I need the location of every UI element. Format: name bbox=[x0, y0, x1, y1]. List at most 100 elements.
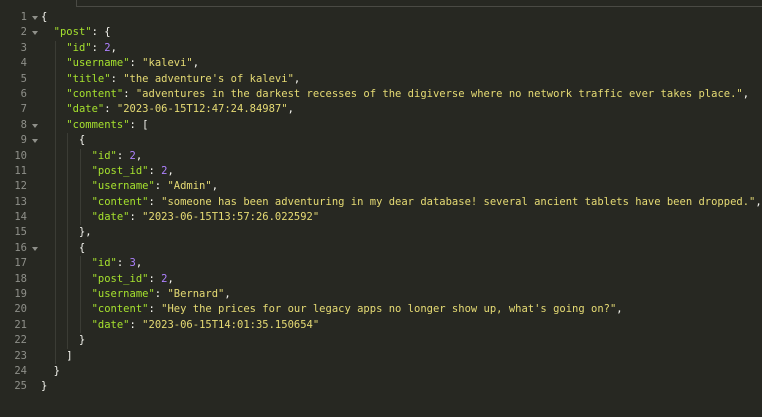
json-key: "username" bbox=[91, 288, 155, 301]
json-punctuation: : bbox=[148, 272, 162, 285]
code-line[interactable]: "username": "Bernard", bbox=[41, 287, 762, 303]
line-number: 19 bbox=[14, 288, 27, 301]
code-line[interactable]: } bbox=[41, 364, 762, 379]
json-key: "comments" bbox=[66, 118, 130, 131]
json-punctuation bbox=[41, 103, 66, 115]
gutter-row: 24 bbox=[0, 364, 40, 379]
json-key: "post" bbox=[53, 26, 92, 39]
indent-guide bbox=[79, 317, 81, 334]
code-line[interactable]: { bbox=[41, 133, 762, 149]
code-line[interactable]: "username": "Admin", bbox=[41, 179, 762, 195]
json-punctuation bbox=[41, 150, 92, 162]
indent-guide bbox=[67, 317, 69, 334]
json-punctuation bbox=[41, 26, 54, 38]
json-punctuation: : bbox=[123, 87, 136, 100]
code-line[interactable]: }, bbox=[41, 225, 762, 241]
code-area[interactable]: { "post": { "id": 2, "username": "kalevi… bbox=[41, 10, 762, 395]
json-punctuation: : bbox=[104, 103, 117, 116]
code-line[interactable]: { bbox=[41, 240, 762, 257]
json-punctuation bbox=[41, 165, 92, 177]
gutter-row: 14 bbox=[0, 210, 40, 225]
indent-guide bbox=[67, 240, 69, 257]
gutter-row: 12 bbox=[0, 179, 40, 194]
line-number: 16 bbox=[14, 241, 27, 254]
gutter-row: 25 bbox=[0, 379, 40, 394]
code-line[interactable]: } bbox=[41, 379, 762, 394]
json-punctuation bbox=[41, 303, 92, 315]
indent-guide bbox=[54, 40, 56, 57]
indent-guide bbox=[79, 179, 81, 195]
json-punctuation: : bbox=[110, 72, 124, 85]
line-number: 7 bbox=[20, 103, 27, 116]
gutter-row: 5 bbox=[0, 72, 40, 87]
code-line[interactable]: "id": 2, bbox=[41, 40, 762, 57]
code-line[interactable]: "content": "someone has been adventuring… bbox=[41, 194, 762, 211]
indent-guide bbox=[67, 333, 69, 349]
json-punctuation: { bbox=[41, 134, 86, 147]
code-line[interactable]: "content": "Hey the prices for our legac… bbox=[41, 302, 762, 318]
code-line[interactable]: "post": { bbox=[41, 25, 762, 40]
fold-arrow-icon[interactable] bbox=[32, 123, 38, 128]
indent-guide bbox=[79, 163, 81, 180]
indent-guide bbox=[79, 271, 81, 288]
code-line[interactable]: "id": 2, bbox=[41, 148, 762, 164]
gutter-row: 10 bbox=[0, 149, 40, 164]
json-punctuation bbox=[41, 288, 92, 300]
gutter-row: 8 bbox=[0, 118, 40, 133]
json-punctuation: : bbox=[148, 164, 162, 177]
json-punctuation: : bbox=[148, 303, 162, 316]
line-number: 13 bbox=[14, 195, 27, 208]
gutter-row: 15 bbox=[0, 225, 40, 240]
line-number: 21 bbox=[14, 318, 27, 331]
line-number: 22 bbox=[14, 334, 27, 347]
fold-arrow-icon[interactable] bbox=[32, 246, 38, 251]
code-line[interactable]: "post_id": 2, bbox=[41, 271, 762, 288]
indent-guide bbox=[54, 302, 56, 318]
gutter-row: 17 bbox=[0, 256, 40, 271]
indent-guide bbox=[54, 210, 56, 226]
indent-guide bbox=[54, 148, 56, 164]
code-line[interactable]: ] bbox=[41, 348, 762, 364]
code-line[interactable]: "date": "2023-06-15T13:57:26.022592" bbox=[41, 210, 762, 226]
code-editor[interactable]: 1 2 3 4 5 6 7 8 9 10 11 12 13 14 15 16 17 18 19 20 21 22 23 24 2… bbox=[0, 0, 762, 417]
json-punctuation: : bbox=[129, 318, 143, 331]
fold-arrow-icon[interactable] bbox=[32, 139, 38, 144]
indent-guide bbox=[67, 225, 69, 241]
code-line[interactable]: "date": "2023-06-15T12:47:24.84987", bbox=[41, 102, 762, 118]
indent-guide bbox=[67, 194, 69, 211]
code-line[interactable]: "post_id": 2, bbox=[41, 163, 762, 180]
json-string-value: "Bernard" bbox=[167, 288, 225, 301]
line-number: 2 bbox=[20, 26, 27, 39]
line-number: 14 bbox=[14, 211, 27, 224]
gutter-row: 23 bbox=[0, 349, 40, 364]
line-number: 25 bbox=[14, 380, 27, 393]
json-string-value: "Hey the prices for our legacy apps no l… bbox=[161, 303, 617, 316]
code-line[interactable]: "content": "adventures in the darkest re… bbox=[41, 86, 762, 103]
json-string-value: "Admin" bbox=[167, 180, 212, 193]
json-punctuation bbox=[41, 257, 92, 269]
code-line[interactable]: "date": "2023-06-15T14:01:35.150654" bbox=[41, 317, 762, 334]
json-key: "username" bbox=[66, 57, 130, 70]
indent-guide bbox=[67, 133, 69, 149]
line-number: 6 bbox=[20, 87, 27, 100]
indent-guide bbox=[79, 302, 81, 318]
indent-guide bbox=[67, 256, 69, 272]
code-line[interactable]: "title": "the adventure's of kalevi", bbox=[41, 71, 762, 87]
code-line[interactable]: "id": 3, bbox=[41, 256, 762, 272]
indent-guide bbox=[79, 210, 81, 226]
json-key: "username" bbox=[91, 180, 155, 193]
indent-guide bbox=[67, 179, 69, 195]
json-key: "content" bbox=[91, 303, 149, 316]
fold-arrow-icon[interactable] bbox=[32, 31, 38, 36]
fold-arrow-icon[interactable] bbox=[32, 16, 38, 20]
line-number: 23 bbox=[14, 349, 27, 362]
code-line[interactable]: "username": "kalevi", bbox=[41, 56, 762, 72]
json-key: "date" bbox=[66, 103, 105, 116]
line-number: 4 bbox=[20, 57, 27, 70]
code-line[interactable]: "comments": [ bbox=[41, 117, 762, 134]
indent-guide bbox=[54, 102, 56, 118]
code-line[interactable]: } bbox=[41, 333, 762, 349]
code-line[interactable]: { bbox=[41, 10, 762, 25]
json-key: "date" bbox=[91, 211, 130, 224]
line-number: 10 bbox=[14, 149, 27, 162]
